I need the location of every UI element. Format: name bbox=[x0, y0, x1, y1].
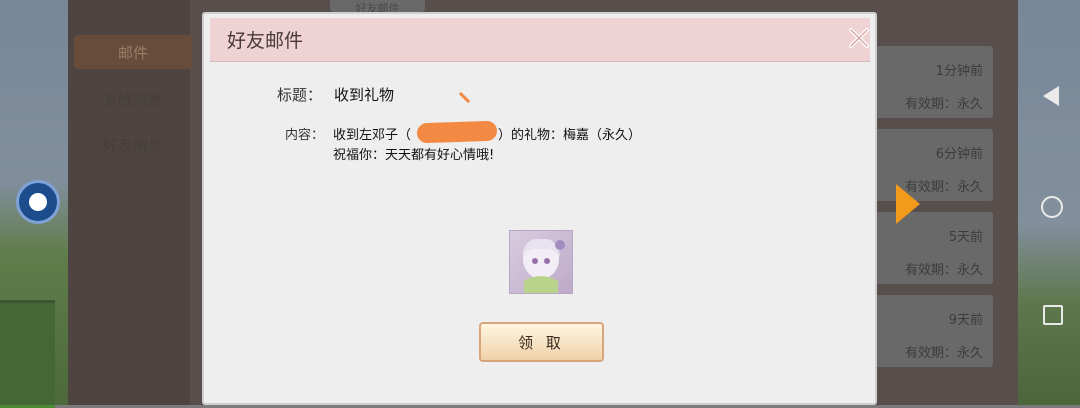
next-page-arrow-icon[interactable] bbox=[896, 184, 920, 224]
nav-back-icon[interactable] bbox=[1043, 86, 1059, 106]
content-line-1: 收到左邓子（ bbox=[333, 128, 412, 143]
close-icon[interactable] bbox=[846, 25, 872, 51]
content-label: 内容： bbox=[285, 128, 325, 143]
subject-value: 收到礼物 bbox=[334, 86, 395, 104]
redaction-mark bbox=[416, 120, 498, 144]
floating-assistive-button[interactable] bbox=[16, 180, 60, 224]
redaction-mark bbox=[458, 91, 471, 104]
dialog-header: 好友邮件 bbox=[210, 18, 870, 62]
gift-item-icon[interactable] bbox=[509, 230, 573, 294]
claim-button[interactable]: 领 取 bbox=[479, 322, 604, 362]
nav-home-icon[interactable] bbox=[1041, 196, 1063, 218]
content-line-2: 祝福你：天天都有好心情哦! bbox=[333, 148, 495, 163]
subject-label: 标题： bbox=[277, 86, 323, 104]
dialog-title: 好友邮件 bbox=[227, 30, 304, 52]
content-line-1-tail: ）的礼物：梅嘉（永久） bbox=[498, 128, 642, 143]
friend-mail-dialog: 好友邮件 标题： 收到礼物 内容： 收到左邓子（ ）的礼物：梅嘉（永久） 祝福你… bbox=[202, 12, 877, 405]
nav-recent-apps-icon[interactable] bbox=[1043, 305, 1063, 325]
